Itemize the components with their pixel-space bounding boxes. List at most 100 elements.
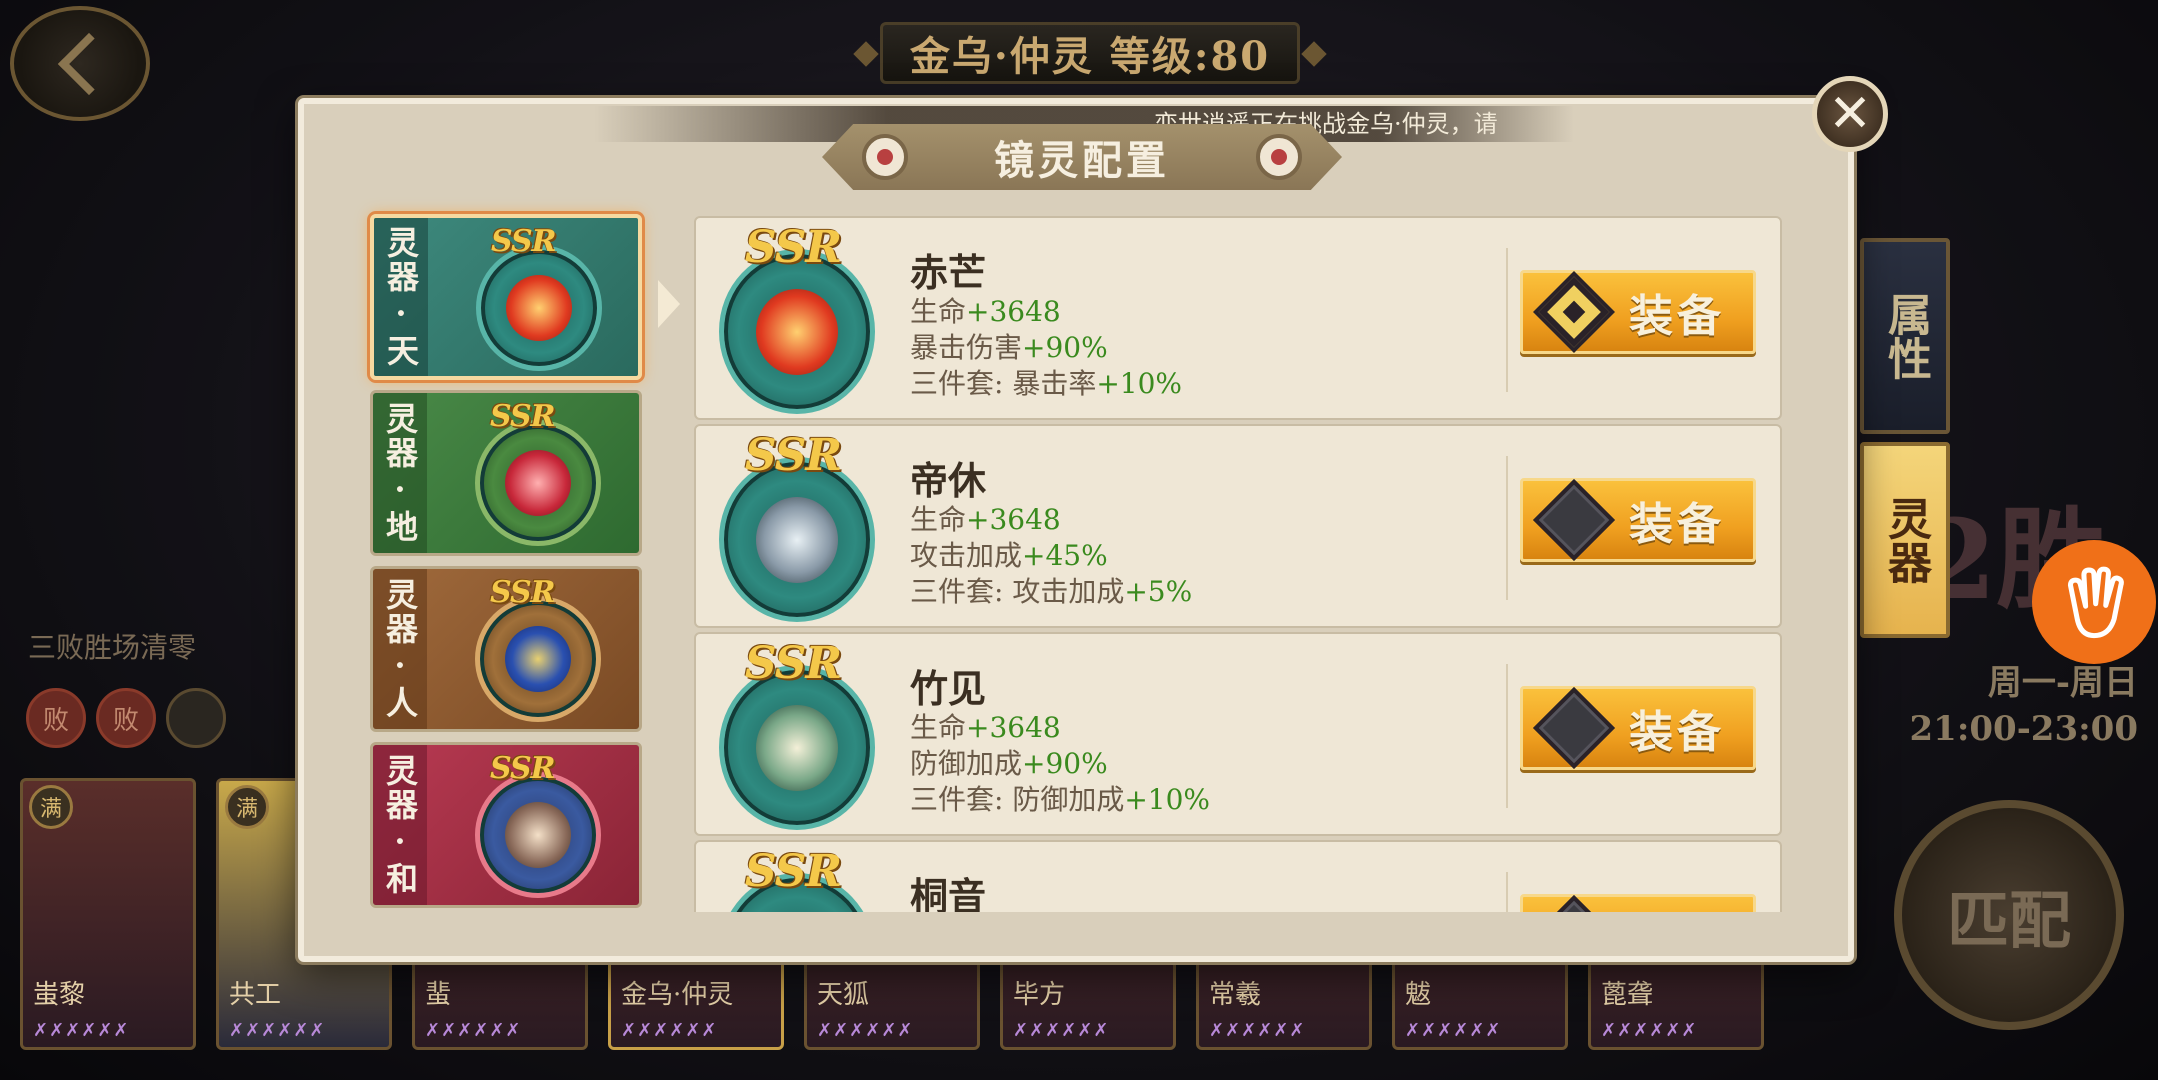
rarity-badge: SSR [744,846,842,897]
equip-button-label: 装备 [1629,904,1725,912]
tab-attributes[interactable]: 属性 [1860,238,1950,434]
item-stat: 生命+3648 [910,503,1061,536]
equip-button[interactable]: 装备 [1520,270,1756,354]
spirit-orb-icon: SSR [704,638,890,834]
lose-reset-text: 三败胜场清零 [28,631,197,664]
match-button[interactable]: 匹配 [1894,800,2124,1030]
item-name: 赤芒 [910,250,987,295]
item-stat: 攻击加成+45% [910,539,1108,572]
spirit-orb-icon: SSR [463,399,613,549]
character-name: 魃 [1405,980,1432,1010]
lose-dot: 败 [26,688,86,748]
character-name: 共工 [229,980,282,1010]
equip-button-label: 装备 [1629,707,1725,758]
list-item[interactable]: SSR 桐音 装备 [694,840,1782,912]
rarity-badge: SSR [744,638,842,689]
rarity-badge: SSR [744,430,842,481]
spirit-orb-icon: SSR [463,575,613,725]
spirit-gear-list[interactable]: SSR 赤芒 生命+3648 暴击伤害+90% 三件套: 暴击率+10% 装备 … [694,216,1782,912]
eye-ornament-icon [862,134,908,180]
item-set-bonus: 三件套: 防御加成+10% [910,783,1211,816]
palm-glyph-icon [2067,566,2124,639]
character-stars: ✗✗✗✗✗✗ [621,1020,718,1041]
divider [1506,248,1508,392]
palm-icon[interactable] [2032,540,2156,664]
rarity-badge: SSR [490,399,556,434]
back-button[interactable] [10,6,150,121]
spirit-orb-icon: SSR [704,222,890,418]
character-stars: ✗✗✗✗✗✗ [1405,1020,1502,1041]
slot-label: 灵器·和 [373,745,427,905]
dialog-title-banner: 镜灵配置 [822,124,1342,190]
character-name: 毕方 [1013,980,1066,1010]
rarity-badge: SSR [744,222,842,273]
close-icon: ✕ [1828,84,1872,144]
dialog-title: 镜灵配置 [994,137,1170,184]
divider [1506,664,1508,808]
character-stars: ✗✗✗✗✗✗ [33,1020,130,1041]
back-chevron-icon [57,32,121,95]
equip-button[interactable]: 装备 [1520,686,1756,770]
character-stars: ✗✗✗✗✗✗ [425,1020,522,1041]
equip-button[interactable]: 装备 [1520,478,1756,562]
equip-button-label: 装备 [1629,499,1725,550]
item-stat: 暴击伤害+90% [910,331,1108,364]
character-name: 蜚 [425,980,452,1010]
spirit-orb-icon: SSR [463,751,613,901]
page-title: 金乌·仲灵 等级:80 [880,22,1300,84]
list-item[interactable]: SSR 帝休 生命+3648 攻击加成+45% 三件套: 攻击加成+5% 装备 [694,424,1782,628]
character-name: 蚩黎 [33,980,86,1010]
item-name: 帝休 [910,458,987,503]
slot-harmony[interactable]: 灵器·和 SSR [370,742,642,908]
list-item[interactable]: SSR 赤芒 生命+3648 暴击伤害+90% 三件套: 暴击率+10% 装备 [694,216,1782,420]
spirit-orb-icon: SSR [704,846,890,912]
item-set-bonus: 三件套: 攻击加成+5% [910,575,1193,608]
equip-button-label: 装备 [1629,291,1725,342]
character-stars: ✗✗✗✗✗✗ [229,1020,326,1041]
diamond-icon [1532,894,1616,912]
schedule-time: 21:00-23:00 [1909,709,2138,749]
tab-spirit-gear[interactable]: 灵器 [1860,442,1950,638]
character-name: 金乌·仲灵 [621,980,734,1010]
lose-indicators: 败 败 [26,688,226,748]
schedule-text: 周一-周日 21:00-23:00 [1910,660,2138,752]
divider [1506,872,1508,912]
equip-button[interactable]: 装备 [1520,894,1756,912]
spirit-orb-icon: SSR [464,224,614,374]
schedule-days: 周一-周日 [1987,663,2138,703]
character-name: 常羲 [1209,980,1262,1010]
max-badge: 满 [29,785,73,829]
divider [1506,456,1508,600]
rarity-badge: SSR [490,751,556,786]
character-card[interactable]: 满 蚩黎 ✗✗✗✗✗✗ [20,778,196,1050]
character-name: 蓖聋 [1601,980,1654,1010]
lose-dot [166,688,226,748]
rarity-badge: SSR [490,575,556,610]
item-name: 桐音 [910,874,987,912]
slot-human[interactable]: 灵器·人 SSR [370,566,642,732]
character-stars: ✗✗✗✗✗✗ [1601,1020,1698,1041]
list-item[interactable]: SSR 竹见 生命+3648 防御加成+90% 三件套: 防御加成+10% 装备 [694,632,1782,836]
spirit-orb-icon: SSR [704,430,890,626]
diamond-icon [1532,478,1616,562]
character-stars: ✗✗✗✗✗✗ [817,1020,914,1041]
selected-arrow-icon [658,280,680,328]
diamond-icon [1532,686,1616,770]
equipped-diamond-icon [1532,270,1616,354]
mirror-spirit-config-dialog: 恋世逍遥正在挑战金乌·仲灵，请 镜灵配置 ✕ 灵器·天 SSR 灵器·地 SSR… [298,76,1888,962]
character-stars: ✗✗✗✗✗✗ [1209,1020,1306,1041]
close-button[interactable]: ✕ [1812,76,1888,152]
slot-earth[interactable]: 灵器·地 SSR [370,390,642,556]
character-name: 天狐 [817,980,870,1010]
max-badge: 满 [225,785,269,829]
rarity-badge: SSR [491,224,557,259]
item-stat: 生命+3648 [910,711,1061,744]
slot-label: 灵器·天 [374,218,428,376]
lose-dot: 败 [96,688,156,748]
item-stat: 防御加成+90% [910,747,1108,780]
slot-heaven[interactable]: 灵器·天 SSR [370,214,642,380]
item-stat: 生命+3648 [910,295,1061,328]
eye-ornament-icon [1256,134,1302,180]
slot-label: 灵器·地 [373,393,427,553]
slot-label: 灵器·人 [373,569,427,729]
